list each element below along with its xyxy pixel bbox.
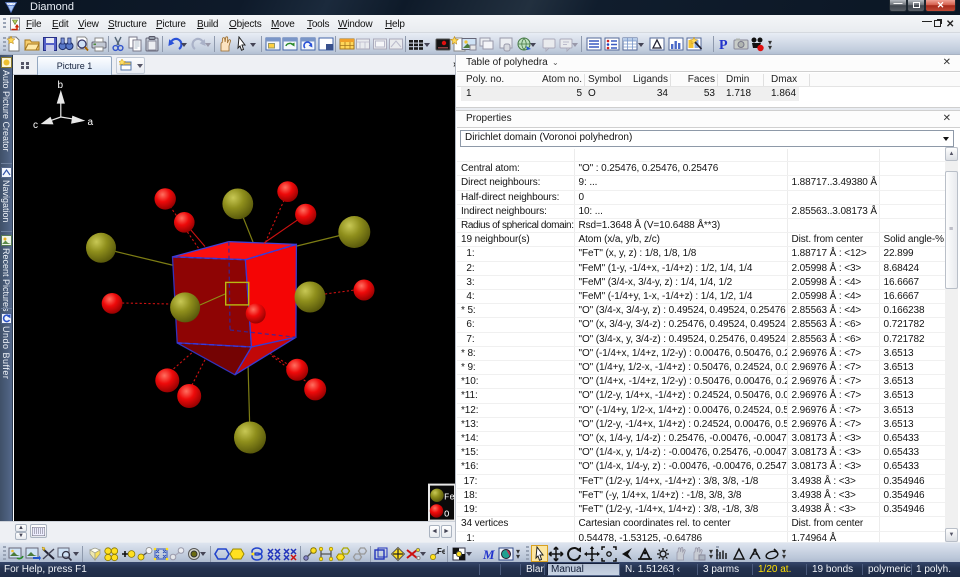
svg-text:Fe: Fe — [444, 493, 455, 503]
svg-text:O: O — [444, 509, 449, 519]
svg-text:b: b — [58, 80, 64, 91]
svg-text:M: M — [482, 547, 495, 562]
svg-text:P: P — [719, 38, 728, 52]
svg-text:a: a — [88, 117, 94, 128]
svg-text:c: c — [33, 120, 38, 131]
svg-text:Fe: Fe — [437, 547, 445, 556]
